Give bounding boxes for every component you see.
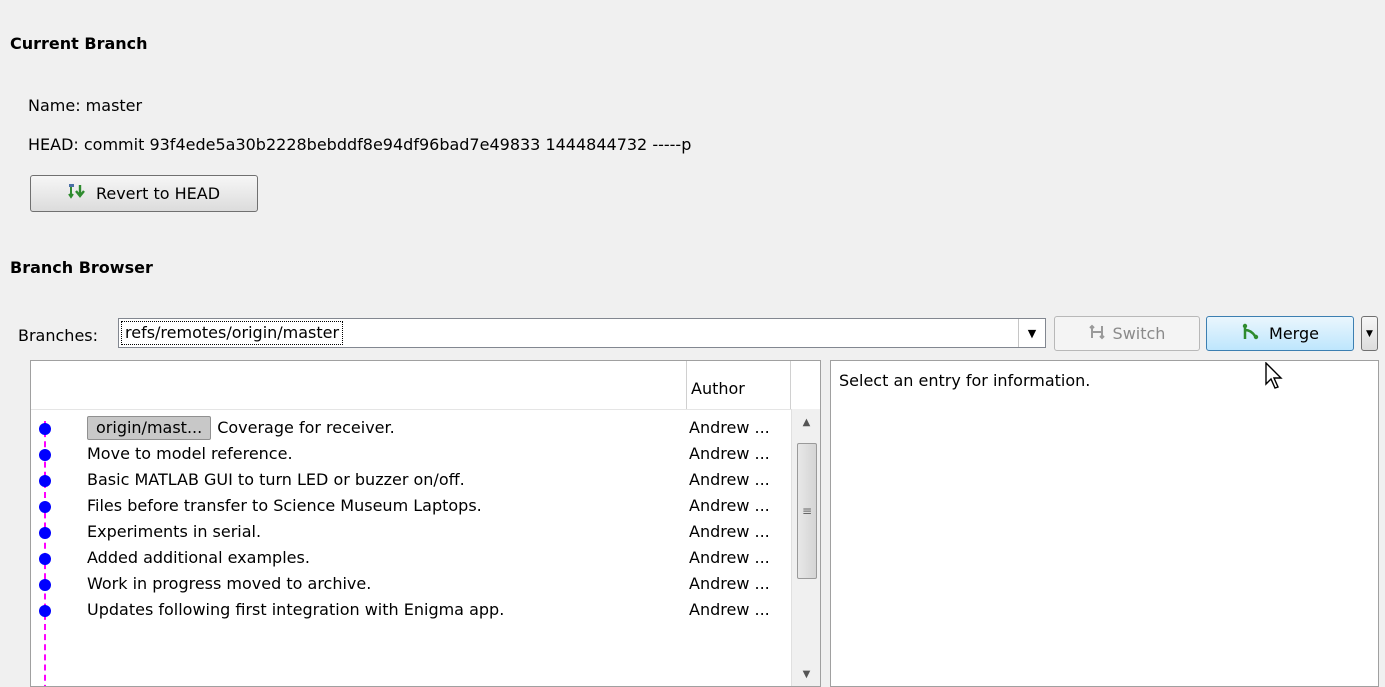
table-row[interactable]: Work in progress moved to archive. Andre… (31, 571, 791, 597)
commit-node-icon (39, 423, 51, 435)
commit-author: Andrew ... (689, 600, 770, 619)
commit-author: Andrew ... (689, 496, 770, 515)
table-row[interactable]: origin/mast... Coverage for receiver. An… (31, 415, 791, 441)
table-row[interactable]: Added additional examples. Andrew ... (31, 545, 791, 571)
commit-node-icon (39, 449, 51, 461)
table-header: Author (31, 361, 820, 410)
commit-message: Updates following first integration with… (87, 600, 505, 619)
branch-tag-badge: origin/mast... (87, 416, 212, 440)
commit-node-icon (39, 475, 51, 487)
head-commit-text: HEAD: commit 93f4ede5a30b2228bebddf8e94d… (28, 135, 692, 154)
merge-icon (1241, 323, 1261, 345)
revert-to-head-button[interactable]: Revert to HEAD (30, 175, 258, 212)
commit-message: Work in progress moved to archive. (87, 574, 372, 593)
merge-options-dropdown[interactable]: ▼ (1361, 316, 1378, 351)
table-row[interactable]: Files before transfer to Science Museum … (31, 493, 791, 519)
commit-author: Andrew ... (689, 548, 770, 567)
branch-name-text: Name: master (28, 96, 143, 115)
revert-label: Revert to HEAD (95, 184, 221, 203)
commit-author: Andrew ... (689, 444, 770, 463)
chevron-down-icon[interactable]: ▼ (1018, 319, 1045, 347)
commit-message: Coverage for receiver. (217, 418, 395, 437)
branch-select-value: refs/remotes/origin/master (120, 321, 344, 345)
commit-message: Move to model reference. (87, 444, 293, 463)
author-column-header[interactable]: Author (686, 361, 791, 409)
table-scrollbar[interactable]: ▲ ≡ ▼ (791, 409, 820, 686)
commit-message: Added additional examples. (87, 548, 310, 567)
table-row[interactable]: Basic MATLAB GUI to turn LED or buzzer o… (31, 467, 791, 493)
switch-label: Switch (1112, 324, 1166, 343)
commit-author: Andrew ... (689, 522, 770, 541)
table-row[interactable]: Updates following first integration with… (31, 597, 791, 623)
commit-author: Andrew ... (689, 574, 770, 593)
commit-message: Files before transfer to Science Museum … (87, 496, 482, 515)
branch-select[interactable]: refs/remotes/origin/master ▼ (118, 318, 1046, 348)
commit-node-icon (39, 579, 51, 591)
info-placeholder-text: Select an entry for information. (839, 371, 1091, 390)
commit-table: Author origin/mast... Coverage for recei… (30, 360, 821, 687)
merge-label: Merge (1269, 324, 1319, 343)
branch-browser-heading: Branch Browser (10, 258, 153, 277)
switch-button[interactable]: Switch (1054, 316, 1200, 351)
commit-message: Experiments in serial. (87, 522, 262, 541)
current-branch-heading: Current Branch (10, 34, 148, 53)
table-row[interactable]: Experiments in serial. Andrew ... (31, 519, 791, 545)
branches-label: Branches: (18, 326, 99, 345)
commit-author: Andrew ... (689, 418, 770, 437)
merge-button[interactable]: Merge (1206, 316, 1354, 351)
commit-message: Basic MATLAB GUI to turn LED or buzzer o… (87, 470, 465, 489)
mouse-cursor-icon (1265, 361, 1285, 394)
commit-node-icon (39, 501, 51, 513)
chevron-down-icon: ▼ (1366, 328, 1373, 339)
scroll-up-icon[interactable]: ▲ (792, 409, 820, 435)
commit-node-icon (39, 605, 51, 617)
scrollbar-thumb[interactable]: ≡ (797, 443, 817, 579)
commit-node-icon (39, 553, 51, 565)
scroll-down-icon[interactable]: ▼ (792, 661, 820, 686)
commit-node-icon (39, 527, 51, 539)
commit-author: Andrew ... (689, 470, 770, 489)
switch-icon (1088, 324, 1105, 344)
table-row[interactable]: Move to model reference. Andrew ... (31, 441, 791, 467)
commit-info-panel: Select an entry for information. (830, 360, 1379, 687)
revert-icon (68, 182, 88, 206)
